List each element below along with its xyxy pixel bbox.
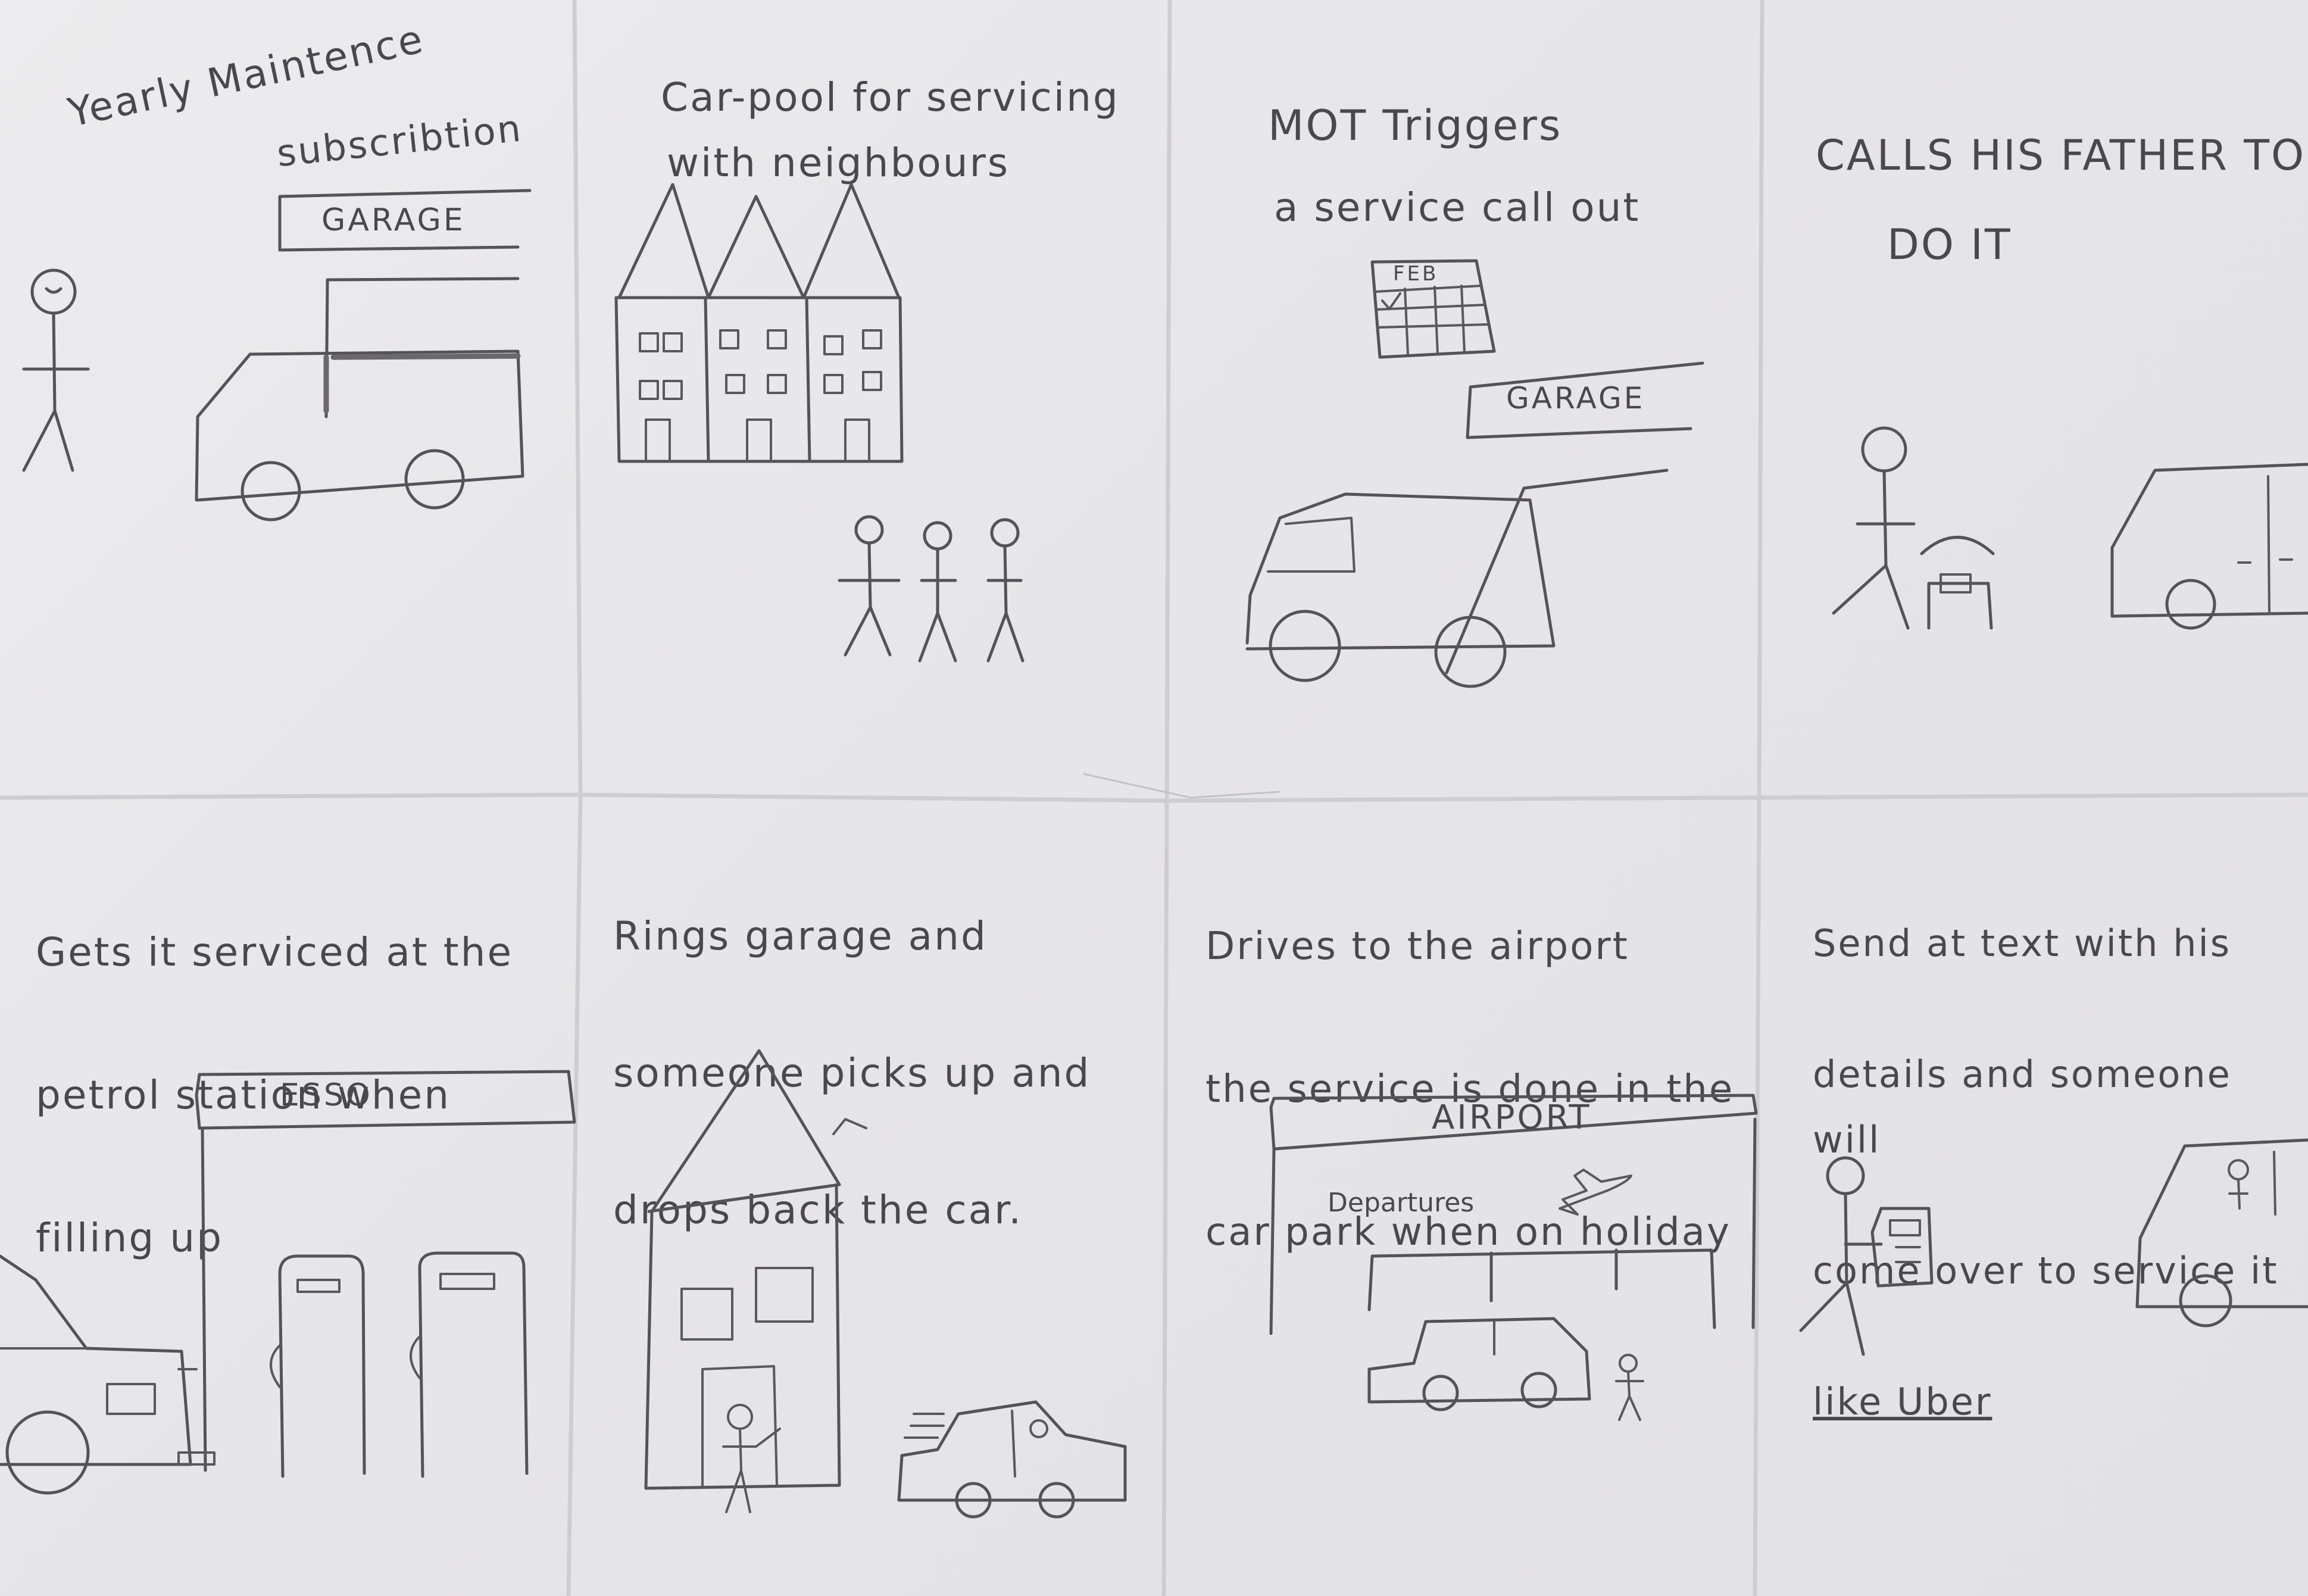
stick-figure-icon (1799, 1156, 1883, 1356)
mobile-phone-icon (1870, 1207, 1934, 1288)
car-icon (2135, 1138, 2308, 1328)
storyboard-sheet: Yearly Maintence subscribtion GARAGE Car… (0, 0, 2308, 1596)
drawing-text-car (1799, 1138, 2308, 1356)
